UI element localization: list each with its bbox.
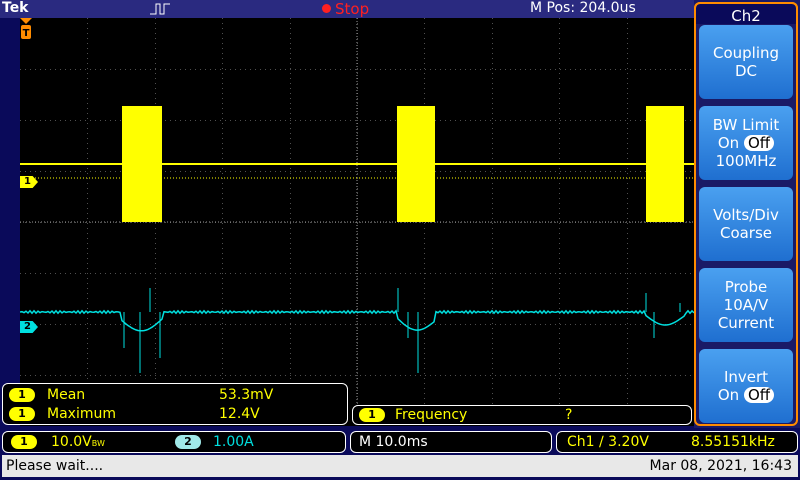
waveform-graticule	[20, 18, 694, 426]
bw-limit-off-selected: Off	[743, 135, 775, 151]
menu-title: Ch2	[694, 2, 798, 25]
measurement-row: 1 Maximum 12.4V	[9, 405, 339, 423]
measurement-name: Mean	[47, 387, 86, 403]
ch2-scale-badge: 2	[175, 435, 201, 449]
probe-button[interactable]: Probe 10A/V Current	[699, 268, 793, 342]
bw-limit-label: BW Limit	[712, 116, 780, 134]
invert-on: On	[717, 386, 740, 404]
coupling-label: Coupling	[712, 44, 780, 62]
run-state: Stop	[322, 0, 369, 18]
coupling-value: DC	[734, 62, 758, 80]
frequency-value: ?	[565, 407, 573, 423]
ch1-bw-indicator: BW	[91, 439, 105, 448]
timebase-value: M 10.0ms	[359, 434, 428, 450]
measurement-channel-badge: 1	[9, 407, 35, 421]
ch1-scale-value: 10.0V	[51, 434, 92, 450]
measurement-value: 12.4V	[219, 406, 260, 422]
volts-div-label: Volts/Div	[713, 206, 779, 224]
status-message: Please wait....	[6, 458, 104, 474]
run-state-label: Stop	[335, 0, 370, 18]
frequency-measurement: 1 Frequency ?	[352, 405, 692, 425]
measurement-name: Maximum	[47, 406, 116, 422]
waveform-display[interactable]: 1 2 T	[20, 18, 694, 426]
status-bar: Please wait.... Mar 08, 2021, 16:43	[2, 455, 798, 477]
trigger-level: Ch1 ∕ 3.20V	[567, 434, 649, 450]
invert-button[interactable]: Invert On Off	[699, 349, 793, 423]
ch1-burst	[646, 106, 684, 222]
invert-label: Invert	[723, 368, 769, 386]
trigger-edge-icon	[150, 3, 170, 15]
trigger-frequency: 8.55151kHz	[691, 434, 775, 450]
top-status-bar: Tek Stop M Pos: 204.0us	[0, 0, 694, 18]
probe-ratio: 10A/V	[723, 296, 769, 314]
ch1-scale: 10.0VBW	[51, 432, 105, 454]
ch2-scale-value: 1.00A	[213, 434, 254, 450]
ch1-scale-badge: 1	[11, 435, 37, 449]
channel-menu-panel: Ch2 Coupling DC BW Limit On Off 100MHz V…	[694, 0, 800, 428]
channel-scale-readout: 1 10.0VBW 2 1.00A	[2, 431, 346, 453]
bw-limit-value: 100MHz	[715, 152, 777, 170]
frequency-channel-badge: 1	[359, 408, 385, 422]
measurement-row: 1 Mean 53.3mV	[9, 386, 339, 404]
horizontal-position: M Pos: 204.0us	[530, 0, 636, 16]
invert-off-selected: Off	[743, 387, 775, 403]
ch1-burst	[397, 106, 435, 222]
volts-div-button[interactable]: Volts/Div Coarse	[699, 187, 793, 261]
trigger-position-marker[interactable]: T	[20, 18, 32, 40]
date-time: Mar 08, 2021, 16:43	[649, 458, 792, 474]
coupling-button[interactable]: Coupling DC	[699, 25, 793, 99]
frequency-name: Frequency	[395, 407, 468, 423]
timebase-readout: M 10.0ms	[350, 431, 552, 453]
trigger-marker-label: T	[23, 28, 30, 39]
probe-type: Current	[717, 314, 775, 332]
probe-label: Probe	[724, 278, 768, 296]
ch1-burst	[122, 106, 162, 222]
brand-label: Tek	[2, 0, 29, 16]
bw-limit-on: On	[717, 134, 740, 152]
bw-limit-button[interactable]: BW Limit On Off 100MHz	[699, 106, 793, 180]
volts-div-value: Coarse	[719, 224, 773, 242]
stop-dot-icon	[322, 4, 331, 13]
trigger-readout: Ch1 ∕ 3.20V 8.55151kHz	[556, 431, 798, 453]
measurement-panel: 1 Mean 53.3mV 1 Maximum 12.4V	[2, 383, 348, 425]
measurement-value: 53.3mV	[219, 387, 274, 403]
measurement-channel-badge: 1	[9, 388, 35, 402]
